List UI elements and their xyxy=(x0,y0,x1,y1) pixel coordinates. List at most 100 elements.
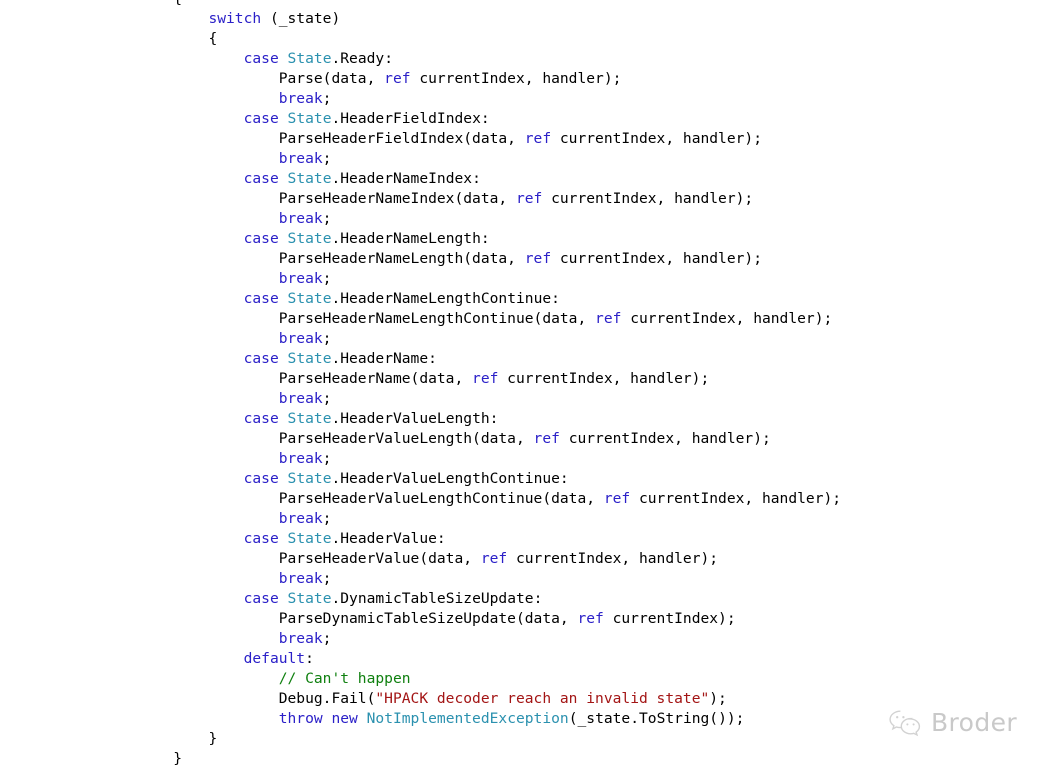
code-token: ref xyxy=(533,430,560,447)
code-line: } xyxy=(0,729,841,749)
code-token: .DynamicTableSizeUpdate: xyxy=(331,590,543,607)
code-line: { xyxy=(0,29,841,49)
code-token: ParseHeaderValue(data, xyxy=(278,550,481,567)
code-token: ref xyxy=(524,130,552,147)
code-token: currentIndex, handler); xyxy=(410,70,622,87)
code-line: case State.HeaderNameIndex: xyxy=(0,169,841,189)
code-token: ; xyxy=(322,630,332,647)
code-line: throw new NotImplementedException(_state… xyxy=(0,709,841,729)
code-line: case State.HeaderName: xyxy=(0,349,841,369)
code-token: NotImplementedException xyxy=(366,710,569,727)
code-token: ref xyxy=(472,370,499,387)
code-line: ParseHeaderName(data, ref currentIndex, … xyxy=(0,369,841,389)
code-token: break xyxy=(278,510,323,527)
code-token: .HeaderNameIndex: xyxy=(331,170,481,187)
code-token: ParseHeaderNameLengthContinue(data, xyxy=(278,310,596,327)
code-line: case State.HeaderValueLength: xyxy=(0,409,841,429)
code-token: ; xyxy=(322,330,332,347)
code-token: case xyxy=(243,110,279,127)
code-token: { xyxy=(208,30,218,47)
code-token: currentIndex, handler); xyxy=(630,490,842,507)
code-token: .HeaderValueLengthContinue: xyxy=(331,470,569,487)
code-token: new xyxy=(331,710,358,727)
code-token: ; xyxy=(322,90,332,107)
code-token: ParseHeaderNameLength(data, xyxy=(278,250,525,267)
code-token: .HeaderNameLength: xyxy=(331,230,490,247)
code-token: switch xyxy=(208,10,262,27)
code-token: break xyxy=(278,390,323,407)
code-token: State xyxy=(287,350,332,367)
code-token: ParseHeaderValueLengthContinue(data, xyxy=(278,490,604,507)
code-line: case State.HeaderFieldIndex: xyxy=(0,109,841,129)
code-token: currentIndex, handler); xyxy=(498,370,710,387)
code-line: break; xyxy=(0,329,841,349)
code-token: break xyxy=(278,210,323,227)
code-line: ParseHeaderValueLengthContinue(data, ref… xyxy=(0,489,841,509)
code-token: ); xyxy=(709,690,727,707)
code-token: case xyxy=(243,170,279,187)
code-line: case State.HeaderValueLengthContinue: xyxy=(0,469,841,489)
code-token: ref xyxy=(577,610,604,627)
code-line: case State.Ready: xyxy=(0,49,841,69)
code-line: break; xyxy=(0,629,841,649)
code-token: break xyxy=(278,150,323,167)
code-token: case xyxy=(243,50,279,67)
code-line: case State.HeaderNameLength: xyxy=(0,229,841,249)
code-token: ParseHeaderFieldIndex(data, xyxy=(278,130,525,147)
code-line: break; xyxy=(0,89,841,109)
code-token: } xyxy=(173,750,183,767)
code-token: currentIndex, handler); xyxy=(551,130,762,147)
code-token: // Can't happen xyxy=(278,670,411,687)
code-line: break; xyxy=(0,269,841,289)
code-token: break xyxy=(278,90,323,107)
code-token: Debug.Fail( xyxy=(278,690,376,707)
code-line: Parse(data, ref currentIndex, handler); xyxy=(0,69,841,89)
code-token: ParseDynamicTableSizeUpdate(data, xyxy=(278,610,578,627)
code-token: break xyxy=(278,330,323,347)
wechat-icon xyxy=(888,708,922,738)
code-token: default xyxy=(243,650,306,667)
code-token: "HPACK decoder reach an invalid state" xyxy=(375,690,710,707)
code-token: ParseHeaderNameIndex(data, xyxy=(278,190,516,207)
code-token: ; xyxy=(322,450,332,467)
code-line: { xyxy=(0,0,841,9)
code-token: State xyxy=(287,590,332,607)
code-token: currentIndex, handler); xyxy=(621,310,833,327)
code-token: State xyxy=(287,170,332,187)
code-token: case xyxy=(243,290,279,307)
code-token: (_state.ToString()); xyxy=(568,710,745,727)
code-token: case xyxy=(243,590,279,607)
watermark: Broder xyxy=(888,708,1017,738)
code-line: break; xyxy=(0,509,841,529)
code-token: case xyxy=(243,530,279,547)
code-token: } xyxy=(208,730,218,747)
source-code: { switch (_state) { case State.Ready: Pa… xyxy=(0,0,841,769)
code-token: { xyxy=(173,0,182,7)
code-token: break xyxy=(278,630,323,647)
code-token: .HeaderNameLengthContinue: xyxy=(331,290,560,307)
code-token: ref xyxy=(480,550,508,567)
code-line: switch (_state) xyxy=(0,9,841,29)
code-line: break; xyxy=(0,389,841,409)
code-line: ParseHeaderNameLength(data, ref currentI… xyxy=(0,249,841,269)
code-token: State xyxy=(287,470,332,487)
code-token: State xyxy=(287,410,332,427)
code-line: ParseDynamicTableSizeUpdate(data, ref cu… xyxy=(0,609,841,629)
code-token: break xyxy=(278,270,323,287)
code-token: throw xyxy=(278,710,323,727)
code-token: .HeaderValueLength: xyxy=(331,410,499,427)
code-token: break xyxy=(278,450,323,467)
code-line: case State.HeaderValue: xyxy=(0,529,841,549)
code-line: break; xyxy=(0,449,841,469)
code-token: currentIndex, handler); xyxy=(559,430,771,447)
code-token: ; xyxy=(322,510,332,527)
